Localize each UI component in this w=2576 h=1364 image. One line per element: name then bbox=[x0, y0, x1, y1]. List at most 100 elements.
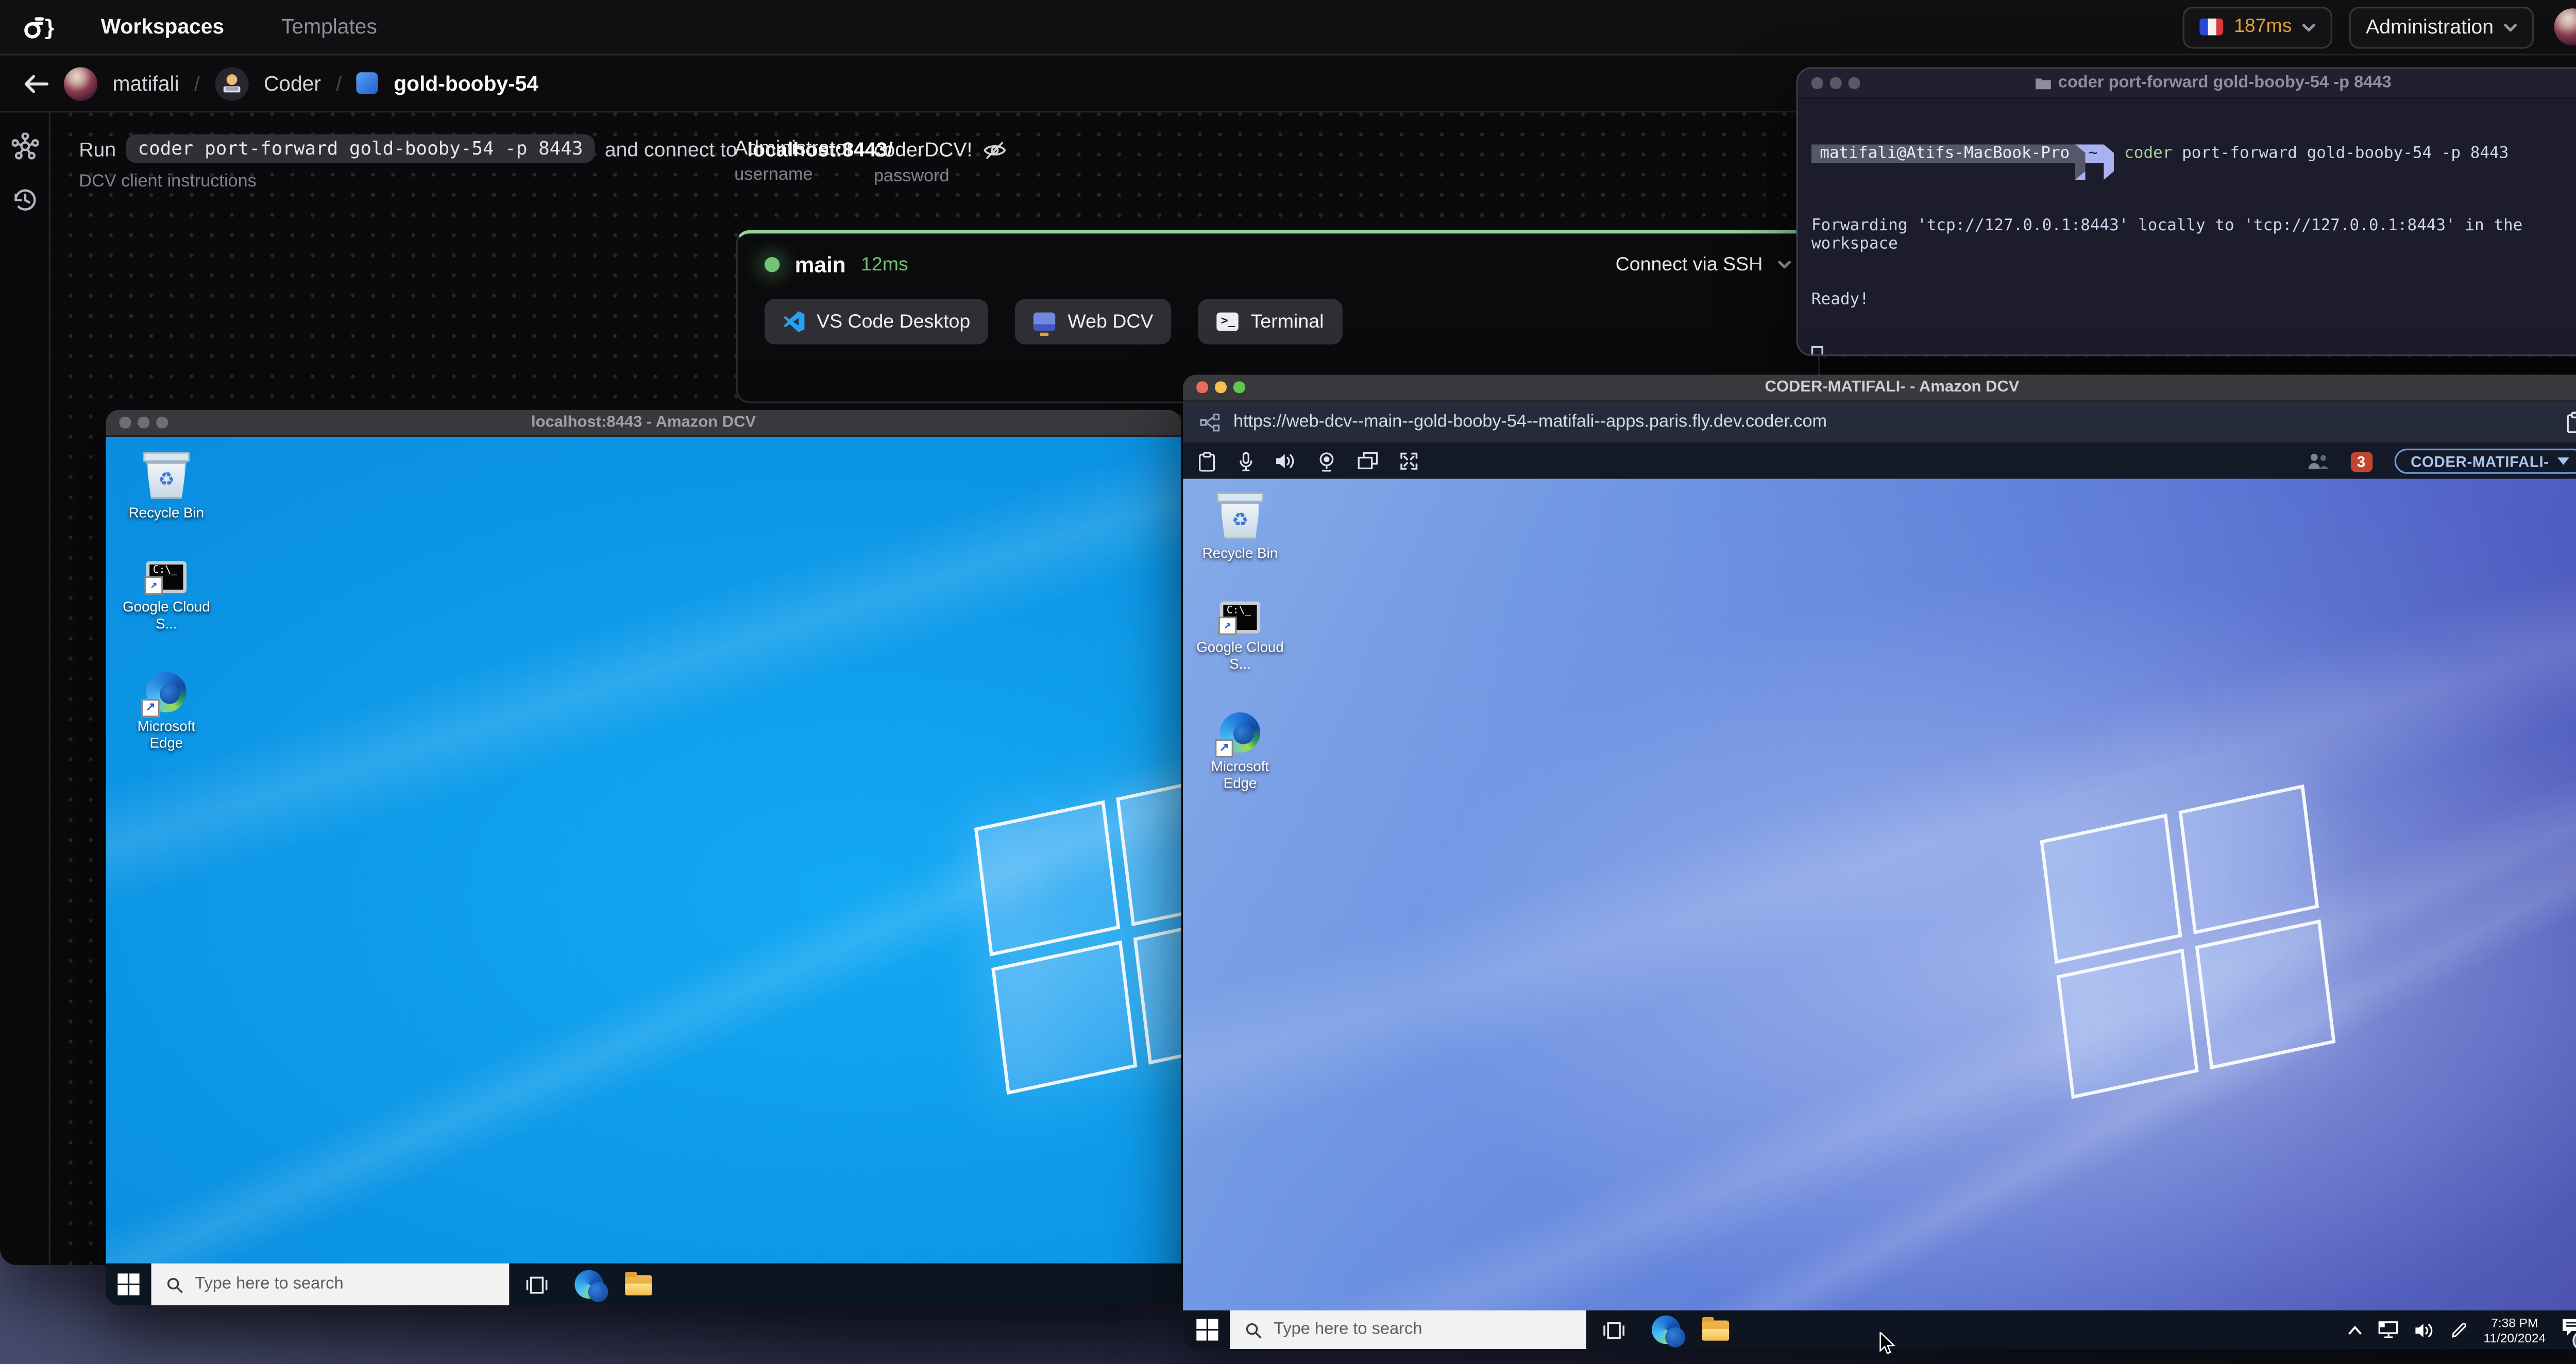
command-args: port-forward gold-booby-54 -p 8443 bbox=[2172, 144, 2509, 163]
dcv-back-titlebar[interactable]: localhost:8443 - Amazon DCV bbox=[106, 410, 1181, 437]
vscode-icon bbox=[783, 311, 805, 332]
latency-pill[interactable]: 187ms bbox=[2183, 6, 2332, 48]
user-avatar-small[interactable] bbox=[63, 66, 98, 100]
remote-desktop-front[interactable]: ♻ Recycle Bin C:\_ ↗ Google Cloud S... ↗… bbox=[1183, 479, 2576, 1314]
desktop-icon-microsoft-edge[interactable]: ↗ Microsoft Edge bbox=[120, 672, 214, 751]
clipboard-icon[interactable] bbox=[2566, 411, 2576, 433]
org-avatar[interactable] bbox=[215, 66, 249, 100]
chevron-down-icon[interactable] bbox=[1778, 261, 1791, 269]
top-navbar: } Workspaces Templates 187ms Administrat… bbox=[0, 0, 2576, 56]
search-placeholder: Type here to search bbox=[195, 1275, 344, 1294]
dcv-back-title: localhost:8443 - Amazon DCV bbox=[531, 413, 756, 432]
dcv-front-titlebar[interactable]: CODER-MATIFALI- - Amazon DCV bbox=[1183, 374, 2576, 402]
breadcrumb-org[interactable]: Coder bbox=[264, 72, 321, 95]
breadcrumb-separator: / bbox=[336, 71, 342, 95]
session-menu-button[interactable]: CODER-MATIFALI- bbox=[2394, 448, 2576, 474]
shortcut-arrow-icon: ↗ bbox=[141, 698, 160, 718]
clipboard-tool-icon[interactable] bbox=[1198, 451, 1216, 471]
agent-status-dot bbox=[764, 257, 780, 272]
taskbar-clock[interactable]: 7:38 PM 11/20/2024 bbox=[2484, 1315, 2546, 1345]
search-icon bbox=[167, 1277, 183, 1292]
france-flag-icon bbox=[2200, 18, 2224, 36]
administration-menu[interactable]: Administration bbox=[2349, 6, 2534, 48]
desktop-icons: ♻ Recycle Bin C:\_ ↗ Google Cloud S... ↗… bbox=[1188, 492, 1292, 792]
vscode-desktop-button[interactable]: VS Code Desktop bbox=[764, 299, 989, 345]
desktop-icon-recycle-bin[interactable]: ♻ Recycle Bin bbox=[1193, 492, 1287, 561]
desktop-icon-microsoft-edge[interactable]: ↗ Microsoft Edge bbox=[1193, 712, 1287, 791]
powerline-arrow bbox=[2104, 144, 2115, 180]
connection-icon bbox=[1200, 413, 1220, 431]
agent-name: main bbox=[794, 252, 846, 278]
pen-icon[interactable] bbox=[2450, 1321, 2468, 1339]
password-value: coderDCV! bbox=[873, 138, 973, 162]
notification-icon bbox=[2563, 1318, 2576, 1335]
back-arrow-icon[interactable] bbox=[24, 73, 49, 93]
start-button[interactable] bbox=[1183, 1310, 1230, 1349]
desktop-icon-recycle-bin[interactable]: ♻ Recycle Bin bbox=[120, 452, 214, 521]
edge-taskbar-button[interactable] bbox=[1640, 1310, 1690, 1349]
terminal-output[interactable]: matifali@Atifs-MacBook-Pro ~ coder port-f… bbox=[1798, 99, 2576, 355]
password-label: password bbox=[873, 166, 950, 187]
start-button[interactable] bbox=[106, 1264, 151, 1306]
file-explorer-button[interactable] bbox=[1690, 1310, 1741, 1349]
edge-icon: ↗ bbox=[1215, 712, 1261, 758]
dcv-toolbar: 3 CODER-MATIFALI- bbox=[1183, 444, 2576, 479]
breadcrumb-user[interactable]: matifali bbox=[113, 72, 179, 95]
task-view-button[interactable] bbox=[509, 1264, 563, 1306]
breadcrumb-workspace[interactable]: gold-booby-54 bbox=[394, 72, 538, 95]
connect-via-ssh-button[interactable]: Connect via SSH bbox=[1616, 254, 1763, 275]
password-field: coderDCV! password bbox=[874, 138, 1006, 186]
coder-logo-icon[interactable]: } bbox=[20, 12, 54, 41]
terminal-title: coder port-forward gold-booby-54 -p 8443 bbox=[2058, 74, 2392, 93]
file-explorer-button[interactable] bbox=[613, 1264, 664, 1306]
latency-value: 187ms bbox=[2233, 16, 2292, 37]
clock-date: 11/20/2024 bbox=[2483, 1329, 2546, 1345]
user-avatar[interactable] bbox=[2554, 8, 2576, 46]
tab-templates[interactable]: Templates bbox=[281, 15, 377, 39]
terminal-button[interactable]: >_ Terminal bbox=[1198, 299, 1343, 345]
clock-time: 7:38 PM bbox=[2491, 1315, 2538, 1330]
terminal-cursor bbox=[1811, 346, 1823, 355]
displays-icon[interactable] bbox=[1358, 452, 1378, 470]
tab-workspaces[interactable]: Workspaces bbox=[101, 15, 224, 39]
recycle-bin-icon bbox=[143, 452, 190, 462]
terminal-titlebar[interactable]: coder port-forward gold-booby-54 -p 8443 bbox=[1798, 69, 2576, 99]
chevron-down-icon bbox=[2302, 23, 2315, 31]
desktop-icon-google-cloud-sdk[interactable]: C:\_ ↗ Google Cloud S... bbox=[1193, 601, 1287, 672]
session-name: CODER-MATIFALI- bbox=[2411, 452, 2549, 470]
shortcut-arrow-icon: ↗ bbox=[1215, 739, 1233, 758]
webcam-icon[interactable] bbox=[1317, 451, 1336, 471]
topology-icon[interactable] bbox=[11, 132, 38, 160]
eye-off-icon[interactable] bbox=[982, 140, 1006, 159]
task-view-button[interactable] bbox=[1586, 1310, 1640, 1349]
username-value: Administrator bbox=[734, 136, 853, 160]
speaker-icon[interactable] bbox=[2415, 1321, 2435, 1338]
app-label: Terminal bbox=[1250, 312, 1324, 332]
chevron-down-icon bbox=[2504, 23, 2517, 31]
terminal-line: Forwarding 'tcp://127.0.0.1:8443' locall… bbox=[1811, 216, 2533, 254]
web-dcv-button[interactable]: Web DCV bbox=[1015, 299, 1172, 345]
fullscreen-icon[interactable] bbox=[1400, 452, 1418, 470]
terminal-window: coder port-forward gold-booby-54 -p 8443… bbox=[1796, 67, 2576, 356]
network-display-icon[interactable] bbox=[2378, 1321, 2399, 1339]
desktop-icon-google-cloud-sdk[interactable]: C:\_ ↗ Google Cloud S... bbox=[120, 561, 214, 632]
username-field: Administrator username bbox=[734, 136, 853, 185]
url-field[interactable]: https://web-dcv--main--gold-booby-54--ma… bbox=[1233, 412, 2552, 432]
history-icon[interactable] bbox=[11, 186, 38, 213]
edge-taskbar-button[interactable] bbox=[563, 1264, 614, 1306]
search-icon bbox=[1246, 1322, 1262, 1338]
remote-desktop-back[interactable]: ♻ Recycle Bin C:\_ ↗ Google Cloud S... ↗… bbox=[106, 436, 1181, 1265]
microphone-icon[interactable] bbox=[1239, 451, 1253, 471]
taskbar-search-front[interactable]: Type here to search bbox=[1230, 1310, 1586, 1349]
action-center-button[interactable]: 1 bbox=[2561, 1315, 2576, 1349]
screen: } Workspaces Templates 187ms Administrat… bbox=[0, 0, 2576, 1364]
recycle-bin-icon bbox=[1216, 492, 1264, 503]
administration-label: Administration bbox=[2366, 15, 2494, 39]
cmd-prompt-icon: C:\_ ↗ bbox=[144, 561, 187, 595]
speaker-icon[interactable] bbox=[1275, 452, 1295, 470]
cmd-prompt-icon: C:\_ ↗ bbox=[1218, 601, 1261, 635]
dcv-window-coder-matifali: CODER-MATIFALI- - Amazon DCV https://web… bbox=[1183, 374, 2576, 1349]
taskbar-search-back[interactable]: Type here to search bbox=[151, 1263, 510, 1306]
tray-chevron-icon[interactable] bbox=[2347, 1324, 2362, 1335]
users-icon[interactable] bbox=[2307, 452, 2328, 470]
